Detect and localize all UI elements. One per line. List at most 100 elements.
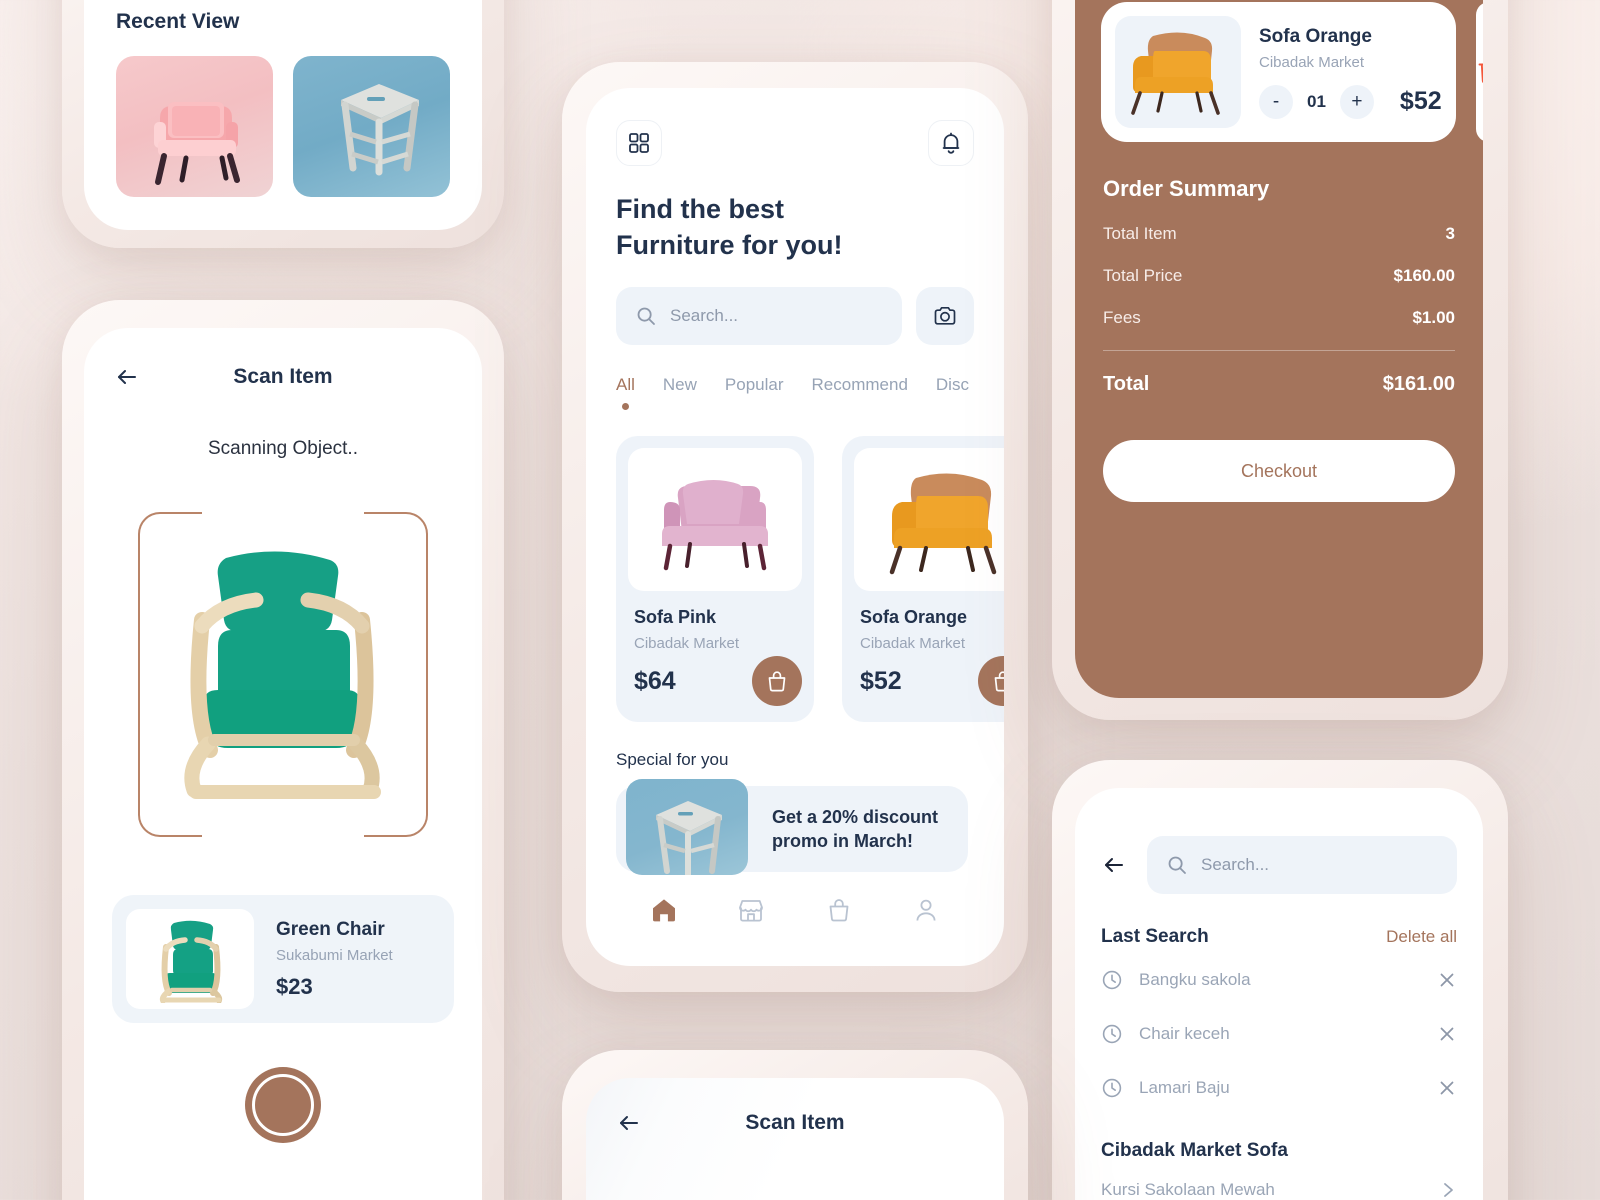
summary-total-value: $161.00 xyxy=(1382,373,1455,395)
cart-item-price: $52 xyxy=(1399,87,1442,115)
back-arrow-icon[interactable] xyxy=(1101,852,1127,878)
order-summary: Order Summary Total Item 3 Total Price $… xyxy=(1075,142,1483,396)
scan-2-header: Scan Item xyxy=(586,1078,1004,1136)
tab-popular[interactable]: Popular xyxy=(725,375,784,395)
summary-value: $1.00 xyxy=(1412,308,1455,327)
shutter-inner-ring xyxy=(252,1074,314,1136)
viewfinder-edge-right xyxy=(426,576,428,773)
home-screen: Find the best Furniture for you! Search.… xyxy=(586,88,1004,966)
cart-item-name: Sofa Orange xyxy=(1259,25,1372,47)
cart-item-market: Cibadak Market xyxy=(1259,53,1365,71)
special-section-title: Special for you xyxy=(616,750,729,770)
tab-recommend[interactable]: Recommend xyxy=(812,375,908,395)
cart-item-sofa-orange[interactable]: Sofa Orange Cibadak Market - 01 + $52 xyxy=(1101,2,1456,142)
nav-profile-icon[interactable] xyxy=(912,896,940,924)
nav-bag-icon[interactable] xyxy=(825,896,853,924)
recent-item-pink-armchair[interactable] xyxy=(116,56,273,197)
headline-line-1: Find the best xyxy=(616,194,784,224)
product-price: $52 xyxy=(860,666,902,695)
promo-line-2: promo in March! xyxy=(772,831,914,852)
cart-item-thumbnail xyxy=(1115,16,1241,128)
search-input[interactable]: Search... xyxy=(616,287,902,346)
recent-view-title: Recent View xyxy=(116,10,240,33)
home-header xyxy=(586,88,1004,166)
search-input[interactable]: Search... xyxy=(1147,836,1457,894)
recent-view-list xyxy=(116,56,450,197)
scan-item-screen-2: Scan Item xyxy=(586,1078,1004,1200)
remove-history-icon[interactable] xyxy=(1437,1078,1457,1098)
recent-item-wooden-stool[interactable] xyxy=(293,56,450,197)
product-image-sofa-pink xyxy=(628,448,802,592)
viewfinder-edge-left xyxy=(138,576,140,773)
scan-result-thumbnail xyxy=(126,909,254,1009)
home-headline: Find the best Furniture for you! xyxy=(586,166,1004,263)
history-item[interactable]: Chair keceh xyxy=(1075,1012,1483,1056)
decrease-quantity-button[interactable]: - xyxy=(1259,84,1293,119)
bottom-navigation xyxy=(586,872,1004,924)
scan-result-market: Sukabumi Market xyxy=(276,946,393,964)
search-placeholder: Search... xyxy=(670,306,739,326)
search-header: Search... xyxy=(1075,788,1483,894)
camera-shutter-button[interactable] xyxy=(245,1067,321,1143)
product-market: Cibadak Market xyxy=(634,635,740,653)
delete-all-button[interactable]: Delete all xyxy=(1386,927,1457,947)
camera-icon[interactable] xyxy=(916,287,974,346)
add-to-bag-button[interactable] xyxy=(752,656,802,707)
scan-header: Scan Item xyxy=(84,328,482,390)
search-screen: Search... Last Search Delete all Bangku … xyxy=(1075,788,1483,1200)
clock-icon xyxy=(1101,969,1123,991)
remove-history-icon[interactable] xyxy=(1437,1024,1457,1044)
clock-icon xyxy=(1101,1023,1123,1045)
promo-banner[interactable]: Get a 20% discount promo in March! xyxy=(616,779,968,876)
product-card-list: Sofa Pink Cibadak Market $64 Sofa Orange… xyxy=(586,410,1004,723)
clock-icon xyxy=(1101,1077,1123,1099)
suggestion-text: Kursi Sakolaan Mewah xyxy=(1101,1180,1275,1199)
delete-item-button[interactable] xyxy=(1475,2,1483,142)
order-summary-title: Order Summary xyxy=(1103,176,1270,201)
home-search-row: Search... xyxy=(586,263,1004,346)
history-item[interactable]: Lamari Baju xyxy=(1075,1066,1483,1110)
tab-all[interactable]: All xyxy=(616,375,635,411)
tab-all-label: All xyxy=(616,375,635,395)
trash-icon xyxy=(1476,58,1483,86)
tab-active-dot xyxy=(621,403,629,411)
scan-result-info: Green Chair Sukabumi Market $23 xyxy=(276,919,393,1000)
product-name: Sofa Orange xyxy=(860,607,968,628)
scan-status-text: Scanning Object.. xyxy=(208,438,358,459)
summary-label: Fees xyxy=(1103,308,1141,327)
headline-line-2: Furniture for you! xyxy=(616,229,843,260)
increase-quantity-button[interactable]: + xyxy=(1339,84,1374,119)
bell-icon[interactable] xyxy=(928,120,974,166)
checkout-button[interactable]: Checkout xyxy=(1103,440,1455,502)
product-card-sofa-pink[interactable]: Sofa Pink Cibadak Market $64 xyxy=(616,436,814,723)
nav-home-icon[interactable] xyxy=(650,896,678,924)
scan-result-card[interactable]: Green Chair Sukabumi Market $23 xyxy=(112,895,454,1023)
summary-divider xyxy=(1103,350,1455,351)
product-card-footer: $52 xyxy=(854,656,1004,707)
tab-discount[interactable]: Disc xyxy=(936,375,969,395)
add-to-bag-button[interactable] xyxy=(978,656,1004,707)
product-card-footer: $64 xyxy=(628,656,802,707)
suggestion-item[interactable]: Kursi Sakolaan Mewah xyxy=(1075,1162,1483,1200)
cart-screen: - 01 + $64 xyxy=(1075,0,1483,698)
summary-row-fees: Fees $1.00 xyxy=(1103,308,1455,328)
last-search-header: Last Search Delete all xyxy=(1075,894,1483,948)
nav-store-icon[interactable] xyxy=(737,896,765,924)
scan-page-title: Scan Item xyxy=(233,365,333,388)
product-card-sofa-orange[interactable]: Sofa Orange Cibadak Market $52 xyxy=(842,436,1004,723)
search-placeholder: Search... xyxy=(1201,855,1270,874)
history-item-text: Bangku sakola xyxy=(1139,970,1251,989)
summary-value: $160.00 xyxy=(1393,266,1455,285)
search-icon xyxy=(636,306,656,326)
remove-history-icon[interactable] xyxy=(1437,970,1457,990)
history-item[interactable]: Bangku sakola xyxy=(1075,958,1483,1002)
product-name: Sofa Pink xyxy=(634,607,717,628)
scan-result-price: $23 xyxy=(276,973,313,999)
cart-item-row-2: Sofa Orange Cibadak Market - 01 + $52 xyxy=(1075,0,1483,142)
tab-new[interactable]: New xyxy=(663,375,697,395)
cart-item-quantity-row: - 01 + $52 xyxy=(1259,84,1442,119)
grid-icon[interactable] xyxy=(616,120,662,166)
scan-2-page-title: Scan Item xyxy=(745,1111,845,1134)
history-item-text: Chair keceh xyxy=(1139,1024,1230,1043)
summary-row-total-item: Total Item 3 xyxy=(1103,224,1455,244)
